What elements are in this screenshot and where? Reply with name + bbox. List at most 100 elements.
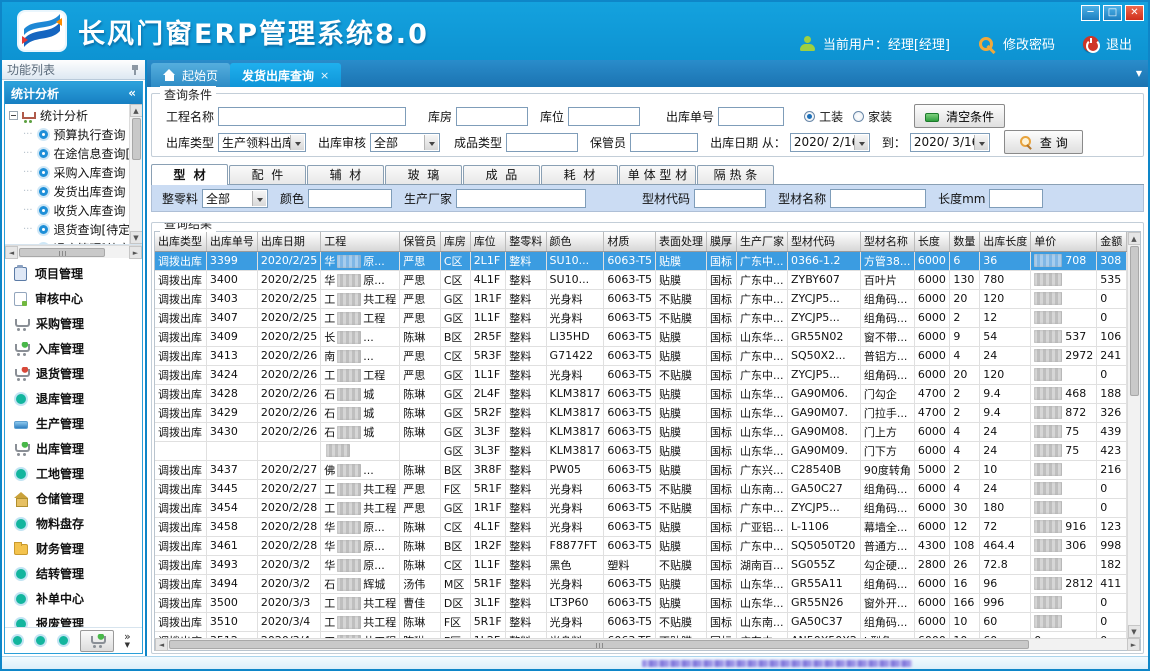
close-button[interactable]: ✕ xyxy=(1125,5,1144,21)
length-input[interactable] xyxy=(989,189,1043,208)
column-header[interactable]: 工程 xyxy=(321,232,400,251)
column-header[interactable]: 材质 xyxy=(604,232,656,251)
tree-item[interactable]: ···在途信息查询[待 xyxy=(9,144,129,163)
more-modules-button[interactable]: »▼ xyxy=(124,633,131,649)
tree-vertical-scrollbar[interactable]: ▲ ▼ xyxy=(129,104,142,244)
column-header[interactable]: 库房 xyxy=(440,232,470,251)
column-header[interactable]: 出库日期 xyxy=(257,232,320,251)
sidebar-item-入库管理[interactable]: 入库管理 xyxy=(5,336,142,361)
tab-shipment-query[interactable]: 发货出库查询 × xyxy=(230,63,341,87)
scroll-up-icon[interactable]: ▲ xyxy=(130,104,143,117)
material-tab[interactable]: 耗 材 xyxy=(541,165,618,184)
maximize-button[interactable]: □ xyxy=(1103,5,1122,21)
sidebar-item-结转管理[interactable]: 结转管理 xyxy=(5,561,142,586)
table-row[interactable]: 调拨出库34582020/2/28华原...陈琳C区4L1F整料光身料6063-… xyxy=(155,517,1127,536)
column-header[interactable]: 膜厚 xyxy=(707,232,737,251)
change-password-link[interactable]: 修改密码 xyxy=(1003,34,1055,53)
table-row[interactable]: 调拨出库34032020/2/25工共工程严思G区1R1F整料光身料6063-T… xyxy=(155,289,1127,308)
material-tab[interactable]: 成 品 xyxy=(463,165,540,184)
table-row[interactable]: 调拨出库34372020/2/27佛...陈琳B区3R8F整料PW056063-… xyxy=(155,460,1127,479)
table-vertical-scrollbar[interactable]: ▲ ▼ xyxy=(1127,232,1140,638)
search-button[interactable]: 查 询 xyxy=(1004,130,1083,154)
column-header[interactable]: 型材名称 xyxy=(860,232,914,251)
material-tab[interactable]: 配 件 xyxy=(229,165,306,184)
table-row[interactable]: G区3L3F整料KLM38176063-T5贴膜国标山东华...GA90M09.… xyxy=(155,441,1127,460)
tree-item[interactable]: ···预算执行查询 xyxy=(9,125,129,144)
table-row[interactable]: 调拨出库35002020/3/3工共工程曹佳D区3L1F整料LT3P606063… xyxy=(155,593,1127,612)
material-tab[interactable]: 玻 璃 xyxy=(385,165,462,184)
color-input[interactable] xyxy=(308,189,392,208)
tab-home[interactable]: 起始页 xyxy=(151,63,230,87)
column-header[interactable]: 出库类型 xyxy=(155,232,206,251)
table-row[interactable]: 调拨出库34932020/3/2华原...陈琳C区1L1F整料黑色塑料不贴膜国标… xyxy=(155,555,1127,574)
project-name-input[interactable] xyxy=(218,107,406,126)
scroll-thumb[interactable] xyxy=(132,118,141,160)
scroll-up-icon[interactable]: ▲ xyxy=(1128,232,1141,245)
tree-item[interactable]: ···采购入库查询 xyxy=(9,163,129,182)
table-row[interactable]: 调拨出库34542020/2/28工共工程严思G区1R1F整料光身料6063-T… xyxy=(155,498,1127,517)
date-from-select[interactable]: 2020/ 2/16 xyxy=(790,133,870,152)
code-input[interactable] xyxy=(694,189,766,208)
scroll-thumb[interactable] xyxy=(169,640,1029,649)
tree-item[interactable]: ···退库管理[待定] xyxy=(9,239,129,244)
scroll-thumb[interactable] xyxy=(1130,246,1139,396)
column-header[interactable]: 数量 xyxy=(950,232,980,251)
tab-close-icon[interactable]: × xyxy=(320,69,329,82)
module-dot-icon[interactable] xyxy=(57,634,70,647)
sidebar-item-项目管理[interactable]: 项目管理 xyxy=(5,261,142,286)
sidebar-item-补单中心[interactable]: 补单中心 xyxy=(5,586,142,611)
table-row[interactable]: 调拨出库34132020/2/26南...严思C区5R3F整料G71422606… xyxy=(155,346,1127,365)
table-horizontal-scrollbar[interactable]: ◄ ► xyxy=(154,638,1141,651)
sidebar-item-退货管理[interactable]: 退货管理 xyxy=(5,361,142,386)
column-header[interactable]: 生产厂家 xyxy=(737,232,788,251)
table-row[interactable]: 调拨出库34282020/2/26石城陈琳G区2L4F整料KLM38176063… xyxy=(155,384,1127,403)
sidebar-item-物料盘存[interactable]: 物料盘存 xyxy=(5,511,142,536)
sidebar-item-采购管理[interactable]: 采购管理 xyxy=(5,311,142,336)
column-header[interactable]: 出库长度 xyxy=(980,232,1031,251)
order-no-input[interactable] xyxy=(718,107,784,126)
scroll-left-icon[interactable]: ◄ xyxy=(5,246,18,259)
table-row[interactable]: 调拨出库34302020/2/26石城陈琳G区3L3F整料KLM38176063… xyxy=(155,422,1127,441)
column-header[interactable]: 颜色 xyxy=(546,232,604,251)
clear-conditions-button[interactable]: 清空条件 xyxy=(914,104,1005,128)
sidebar-item-报废管理[interactable]: 报废管理 xyxy=(5,611,142,627)
column-header[interactable]: 长度 xyxy=(914,232,950,251)
column-header[interactable]: 出库单号 xyxy=(206,232,257,251)
column-header[interactable]: 库位 xyxy=(470,232,506,251)
sidebar-item-审核中心[interactable]: 审核中心 xyxy=(5,286,142,311)
scroll-right-icon[interactable]: ► xyxy=(1127,638,1140,651)
column-header[interactable]: 表面处理 xyxy=(656,232,707,251)
product-type-input[interactable] xyxy=(506,133,578,152)
table-row[interactable]: 调拨出库34242020/2/26工工程严思G区1L1F整料光身料6063-T5… xyxy=(155,365,1127,384)
table-row[interactable]: 调拨出库34072020/2/25工工程严思G区1L1F整料光身料6063-T5… xyxy=(155,308,1127,327)
table-row[interactable]: 调拨出库34612020/2/28华原...陈琳B区1R2F整料F8877FT6… xyxy=(155,536,1127,555)
maker-input[interactable] xyxy=(456,189,586,208)
material-tab[interactable]: 隔 热 条 xyxy=(697,165,774,184)
sidebar-item-出库管理[interactable]: 出库管理 xyxy=(5,436,142,461)
tree-item[interactable]: ···收货入库查询 xyxy=(9,201,129,220)
scroll-left-icon[interactable]: ◄ xyxy=(155,638,168,651)
keeper-input[interactable] xyxy=(630,133,698,152)
column-header[interactable]: 整零料 xyxy=(506,232,546,251)
sidebar-item-生产管理[interactable]: 生产管理 xyxy=(5,411,142,436)
table-row[interactable]: 调拨出库34292020/2/26石城陈琳G区5R2F整料KLM38176063… xyxy=(155,403,1127,422)
sidebar-item-财务管理[interactable]: 财务管理 xyxy=(5,536,142,561)
tree-root[interactable]: 统计分析 xyxy=(9,106,129,125)
cart-module-button[interactable] xyxy=(80,630,114,652)
material-tab[interactable]: 型 材 xyxy=(151,164,228,185)
tree-item[interactable]: ···发货出库查询 xyxy=(9,182,129,201)
module-dot-icon[interactable] xyxy=(34,634,47,647)
whole-select[interactable]: 全部 xyxy=(202,189,268,208)
table-row[interactable]: 调拨出库34092020/2/25长...陈琳B区2R5F整料LI35HD606… xyxy=(155,327,1127,346)
date-to-select[interactable]: 2020/ 3/16 xyxy=(910,133,990,152)
jiazhuang-radio[interactable]: 家装 xyxy=(853,108,892,125)
gongzhuang-radio[interactable]: 工装 xyxy=(804,108,843,125)
table-row[interactable]: 调拨出库35122020/3/4工共工程陈琳F区1L2F整料光身料6063-T5… xyxy=(155,631,1127,638)
tree-item[interactable]: ···退货查询[待定] xyxy=(9,220,129,239)
material-tab[interactable]: 单 体 型 材 xyxy=(619,165,696,184)
column-header[interactable]: 单价 xyxy=(1031,232,1097,251)
tab-overflow-icon[interactable]: ▼ xyxy=(1136,69,1142,78)
table-row[interactable]: 调拨出库34942020/3/2石辉城汤伟M区5R1F整料光身料6063-T5贴… xyxy=(155,574,1127,593)
material-tab[interactable]: 辅 材 xyxy=(307,165,384,184)
expander-icon[interactable] xyxy=(9,111,18,120)
